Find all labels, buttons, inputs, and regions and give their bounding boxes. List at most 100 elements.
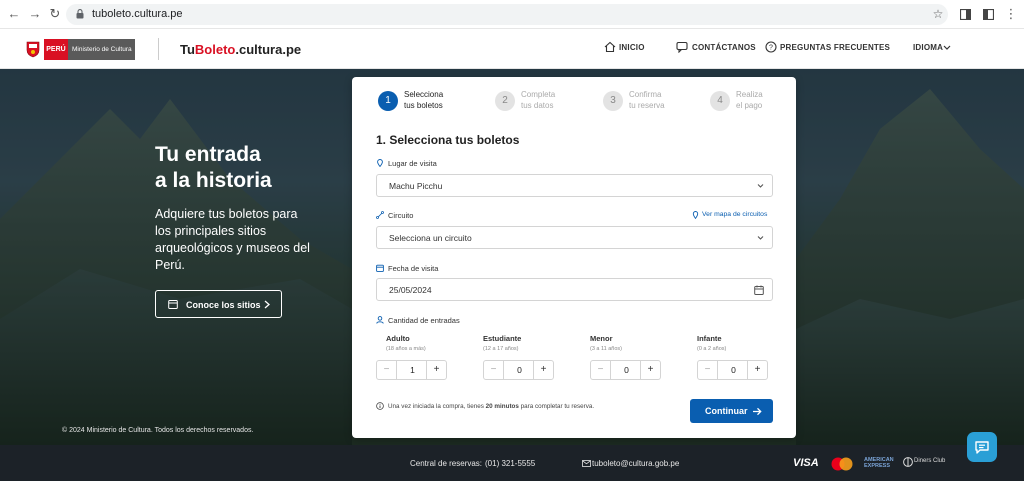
- increment-button[interactable]: +: [426, 361, 446, 379]
- hero-title: Tu entrada a la historia: [155, 142, 272, 194]
- contact-email[interactable]: tuboleto@cultura.gob.pe: [592, 459, 679, 468]
- decrement-button[interactable]: −: [591, 361, 611, 379]
- svg-text:?: ?: [769, 45, 773, 52]
- quantity-value[interactable]: 0: [504, 361, 535, 379]
- address-bar[interactable]: tuboleto.cultura.pe: [66, 4, 948, 25]
- chat-icon: [676, 41, 688, 53]
- reservations-phone[interactable]: (01) 321-5555: [485, 459, 535, 468]
- circuit-label: Circuito: [388, 211, 414, 220]
- brand-logo[interactable]: TuBoleto.cultura.pe: [180, 42, 301, 57]
- chat-icon: [975, 441, 989, 454]
- quantity-stepper-adult: − 1 +: [376, 360, 447, 380]
- header-divider: [158, 38, 159, 60]
- calendar-icon: [376, 264, 384, 272]
- ticket-type-name: Infante: [697, 334, 722, 343]
- mastercard-logo-icon: [831, 457, 853, 471]
- increment-button[interactable]: +: [533, 361, 553, 379]
- ticket-type-name: Estudiante: [483, 334, 522, 343]
- chevron-down-icon: [757, 184, 764, 188]
- place-select[interactable]: Machu Picchu: [376, 174, 773, 197]
- step-1-circle: 1: [378, 91, 398, 111]
- help-circle-icon: ?: [765, 41, 777, 53]
- user-icon: [376, 316, 384, 324]
- circuit-select-placeholder: Selecciona un circuito: [389, 233, 472, 243]
- explore-sites-button[interactable]: Conoce los sitios: [155, 290, 282, 318]
- notice-suffix: para completar tu reserva.: [518, 403, 595, 410]
- nav-home[interactable]: INICIO: [619, 43, 645, 52]
- ministry-label: Ministerio de Cultura: [68, 39, 135, 60]
- continue-label: Continuar: [705, 406, 748, 416]
- arrow-right-icon: [753, 407, 762, 416]
- site-footer: Central de reservas: (01) 321-5555 tubol…: [0, 445, 1024, 481]
- reading-list-icon[interactable]: [960, 9, 971, 20]
- continue-button[interactable]: Continuar: [690, 399, 773, 423]
- nav-contact[interactable]: CONTÁCTANOS: [692, 43, 756, 52]
- quantity-stepper-infant: − 0 +: [697, 360, 768, 380]
- step-1-label: Selecciona tus boletos: [404, 89, 464, 111]
- brand-prefix: Tu: [180, 42, 195, 57]
- browser-toolbar: ← → ↻ tuboleto.cultura.pe ☆ ⋮: [0, 0, 1024, 29]
- decrement-button[interactable]: −: [698, 361, 718, 379]
- decrement-button[interactable]: −: [484, 361, 504, 379]
- quantity-stepper-minor: − 0 +: [590, 360, 661, 380]
- step-4-circle: 4: [710, 91, 730, 111]
- calendar-icon: [168, 300, 178, 309]
- forward-icon[interactable]: →: [27, 6, 43, 22]
- menu-kebab-icon[interactable]: ⋮: [1003, 6, 1019, 22]
- nav-faq[interactable]: PREGUNTAS FRECUENTES: [780, 43, 890, 52]
- explore-sites-label: Conoce los sitios: [186, 300, 261, 310]
- date-input[interactable]: 25/05/2024: [376, 278, 773, 301]
- ticket-type-note: (12 a 17 años): [483, 346, 519, 352]
- decrement-button[interactable]: −: [377, 361, 397, 379]
- circuit-map-link[interactable]: Ver mapa de circuitos: [702, 211, 767, 218]
- quantity-value[interactable]: 1: [397, 361, 428, 379]
- step-3-label: Confirma tu reserva: [629, 89, 689, 111]
- increment-button[interactable]: +: [747, 361, 767, 379]
- bookmark-star-icon[interactable]: ☆: [930, 6, 946, 22]
- step-3-circle: 3: [603, 91, 623, 111]
- step-1-line1: Selecciona: [404, 90, 444, 99]
- brand-accent: Boleto: [194, 42, 236, 57]
- amex-logo: AMERICAN EXPRESS: [864, 457, 894, 469]
- hero-subtitle: Adquiere tus boletos para los principale…: [155, 207, 310, 272]
- site-header: PERÚ Ministerio de Cultura TuBoleto.cult…: [0, 29, 1024, 69]
- lock-icon: [76, 9, 84, 19]
- quantity-stepper-student: − 0 +: [483, 360, 554, 380]
- ticket-form-card: 1 Selecciona tus boletos 2 Completa tus …: [352, 77, 796, 438]
- peru-label: PERÚ: [44, 39, 68, 60]
- reservations-label: Central de reservas:: [410, 459, 483, 468]
- home-icon: [604, 41, 616, 53]
- circuit-select[interactable]: Selecciona un circuito: [376, 226, 773, 249]
- diners-club-logo-icon: [903, 457, 913, 467]
- location-pin-icon: [377, 159, 383, 167]
- peru-coat-of-arms-icon: [26, 41, 40, 58]
- step-4-line2: el pago: [736, 101, 763, 110]
- quantity-label: Cantidad de entradas: [388, 316, 460, 325]
- step-1-line2: tus boletos: [404, 101, 443, 110]
- quantity-value[interactable]: 0: [718, 361, 749, 379]
- calendar-picker-icon[interactable]: [754, 285, 764, 295]
- copyright-text: © 2024 Ministerio de Cultura. Todos los …: [62, 427, 254, 434]
- quantity-value[interactable]: 0: [611, 361, 642, 379]
- step-4-label: Realiza el pago: [736, 89, 796, 111]
- language-selector[interactable]: IDIOMA: [913, 43, 943, 52]
- date-label: Fecha de visita: [388, 264, 439, 273]
- brand-suffix: .cultura.pe: [235, 42, 302, 57]
- url-text: tuboleto.cultura.pe: [92, 8, 183, 20]
- notice-bold: 20 minutos: [485, 403, 519, 410]
- ticket-type-note: (3 a 11 años): [590, 346, 623, 352]
- reload-icon[interactable]: ↻: [47, 6, 63, 22]
- diners-club-logo: Diners Club: [914, 458, 946, 464]
- step-2-line2: tus datos: [521, 101, 554, 110]
- time-limit-notice: Una vez iniciada la compra, tienes 20 mi…: [388, 403, 594, 410]
- place-select-value: Machu Picchu: [389, 181, 443, 191]
- increment-button[interactable]: +: [640, 361, 660, 379]
- step-3-line1: Confirma: [629, 90, 662, 99]
- step-2-label: Completa tus datos: [521, 89, 581, 111]
- chat-support-button[interactable]: [967, 432, 997, 462]
- step-4-line1: Realiza: [736, 90, 763, 99]
- chevron-down-icon: [943, 45, 951, 50]
- side-panel-icon[interactable]: [983, 9, 994, 20]
- visa-logo: VISA: [793, 457, 819, 469]
- back-icon[interactable]: ←: [6, 6, 22, 22]
